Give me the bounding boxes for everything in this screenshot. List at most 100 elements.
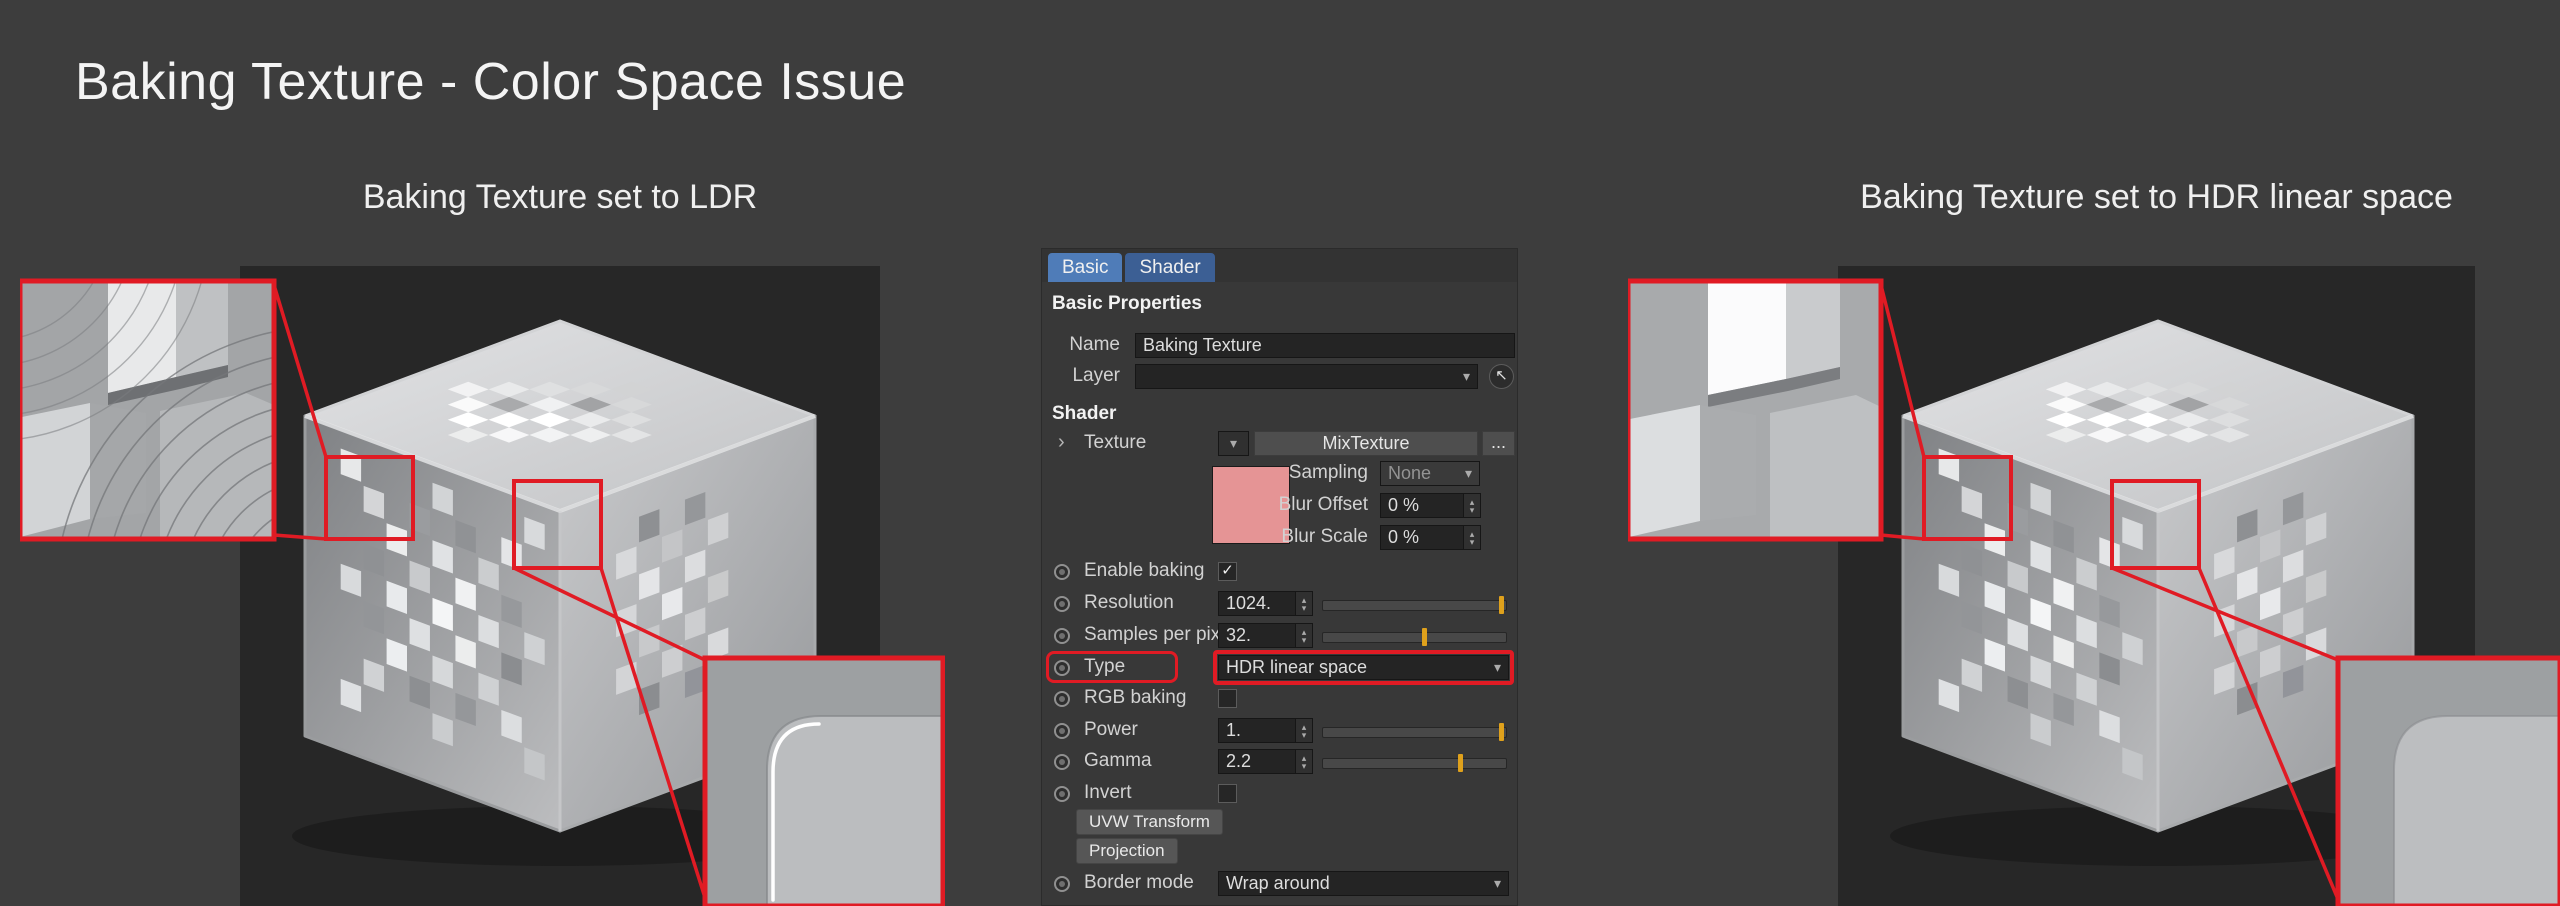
gamma-slider[interactable] [1322,758,1507,769]
stepper-arrows[interactable]: ▴ ▾ [1464,525,1481,550]
invert-row: Invert [1042,779,1517,809]
samples-per-pixel-row: Samples per pixel 32. ▴ ▾ [1042,621,1517,651]
blur-offset-row: Blur Offset 0 % ▴ ▾ [1042,491,1517,521]
tab-shader[interactable]: Shader [1125,253,1214,282]
zoom-inset-corner-seam [705,658,943,906]
blur-scale-row: Blur Scale 0 % ▴ ▾ [1042,523,1517,553]
enable-baking-label: Enable baking [1084,560,1204,582]
rgb-baking-checkbox[interactable] [1218,689,1237,708]
layer-dropdown[interactable]: ▾ [1135,364,1478,389]
enable-baking-checkbox[interactable]: ✓ [1218,562,1237,581]
expand-chevron-icon[interactable]: › [1058,431,1065,454]
stepper-arrows[interactable]: ▴ ▾ [1296,749,1313,774]
blur-offset-label: Blur Offset [1228,494,1368,516]
power-input[interactable]: 1. [1218,718,1296,743]
resolution-label: Resolution [1084,592,1174,614]
shader-header: Shader [1052,403,1116,425]
blur-scale-input[interactable]: 0 % [1380,525,1464,550]
type-row: Type HDR linear space ▾ [1042,653,1517,683]
slider-marker[interactable] [1458,754,1463,772]
pick-arrow-icon: ↖ [1495,367,1508,384]
texture-browse-button[interactable]: ... [1482,431,1515,456]
animation-dot-icon[interactable] [1054,723,1070,739]
zoom-inset-smooth-corner [2338,658,2560,906]
border-mode-label: Border mode [1084,872,1194,894]
power-spinner: 1. ▴ ▾ [1218,718,1313,743]
slider-marker[interactable] [1422,628,1427,646]
gamma-spinner: 2.2 ▴ ▾ [1218,749,1313,774]
invert-label: Invert [1084,782,1132,804]
name-label: Name [1042,334,1120,356]
panel-tab-bar: Basic Shader [1042,249,1517,282]
name-input[interactable]: Baking Texture [1135,333,1515,358]
samples-spinner: 32. ▴ ▾ [1218,623,1313,648]
texture-type-dropdown[interactable]: ▾ [1218,431,1249,456]
animation-dot-icon[interactable] [1054,660,1070,676]
power-label: Power [1084,719,1138,741]
stepper-arrows[interactable]: ▴ ▾ [1296,718,1313,743]
chevron-down-icon: ▾ [1494,875,1501,892]
power-row: Power 1. ▴ ▾ [1042,716,1517,746]
sampling-row: Sampling None ▾ [1042,459,1517,489]
type-label: Type [1084,656,1125,678]
hdr-caption: Baking Texture set to HDR linear space [1838,178,2475,217]
layer-label: Layer [1042,365,1120,387]
animation-dot-icon[interactable] [1054,596,1070,612]
samples-slider[interactable] [1322,632,1507,643]
border-mode-dropdown[interactable]: Wrap around ▾ [1218,871,1509,896]
spinner-down-icon[interactable]: ▾ [1470,538,1475,546]
chevron-down-icon: ▾ [1230,435,1237,451]
stepper-arrows[interactable]: ▴ ▾ [1464,493,1481,518]
type-dropdown[interactable]: HDR linear space ▾ [1218,655,1509,680]
chevron-down-icon: ▾ [1463,368,1470,385]
uvw-transform-button[interactable]: UVW Transform [1076,809,1223,835]
animation-dot-icon[interactable] [1054,754,1070,770]
projection-button[interactable]: Projection [1076,838,1178,864]
spinner-down-icon[interactable]: ▾ [1470,506,1475,514]
basic-properties-header: Basic Properties [1052,293,1202,315]
chevron-down-icon: ▾ [1494,659,1501,676]
uvw-transform-row: UVW Transform [1042,809,1517,839]
layer-pick-button[interactable]: ↖ [1489,364,1514,389]
slider-marker[interactable] [1499,596,1504,614]
resolution-input[interactable]: 1024. [1218,591,1296,616]
animation-dot-icon[interactable] [1054,691,1070,707]
stepper-arrows[interactable]: ▴ ▾ [1296,591,1313,616]
zoom-inset-clean-blocks [1628,266,1881,539]
spinner-down-icon[interactable]: ▾ [1302,604,1307,612]
gamma-row: Gamma 2.2 ▴ ▾ [1042,747,1517,777]
gamma-label: Gamma [1084,750,1152,772]
samples-label: Samples per pixel [1084,624,1235,646]
projection-row: Projection [1042,838,1517,868]
animation-dot-icon[interactable] [1054,564,1070,580]
stepper-arrows[interactable]: ▴ ▾ [1296,623,1313,648]
spinner-down-icon[interactable]: ▾ [1302,636,1307,644]
blur-scale-label: Blur Scale [1228,526,1368,548]
slider-marker[interactable] [1499,723,1504,741]
enable-baking-row: Enable baking ✓ [1042,557,1517,587]
sampling-label: Sampling [1228,462,1368,484]
resolution-spinner: 1024. ▴ ▾ [1218,591,1313,616]
layer-row: Layer ▾ ↖ [1042,362,1517,392]
tab-basic[interactable]: Basic [1048,253,1122,282]
animation-dot-icon[interactable] [1054,876,1070,892]
invert-checkbox[interactable] [1218,784,1237,803]
ldr-caption: Baking Texture set to LDR [240,178,880,217]
samples-input[interactable]: 32. [1218,623,1296,648]
mixtexture-button[interactable]: MixTexture [1254,431,1478,456]
texture-label: Texture [1084,432,1146,454]
animation-dot-icon[interactable] [1054,786,1070,802]
resolution-slider[interactable] [1322,600,1507,611]
sampling-dropdown[interactable]: None ▾ [1380,461,1480,486]
texture-row: › Texture ▾ MixTexture ... [1042,429,1517,459]
rgb-baking-row: RGB baking [1042,684,1517,714]
hdr-render-scene [1628,266,2560,906]
spinner-down-icon[interactable]: ▾ [1302,762,1307,770]
name-row: Name Baking Texture [1042,331,1517,361]
spinner-down-icon[interactable]: ▾ [1302,731,1307,739]
border-mode-row: Border mode Wrap around ▾ [1042,869,1517,899]
blur-offset-input[interactable]: 0 % [1380,493,1464,518]
power-slider[interactable] [1322,727,1507,738]
gamma-input[interactable]: 2.2 [1218,749,1296,774]
animation-dot-icon[interactable] [1054,628,1070,644]
